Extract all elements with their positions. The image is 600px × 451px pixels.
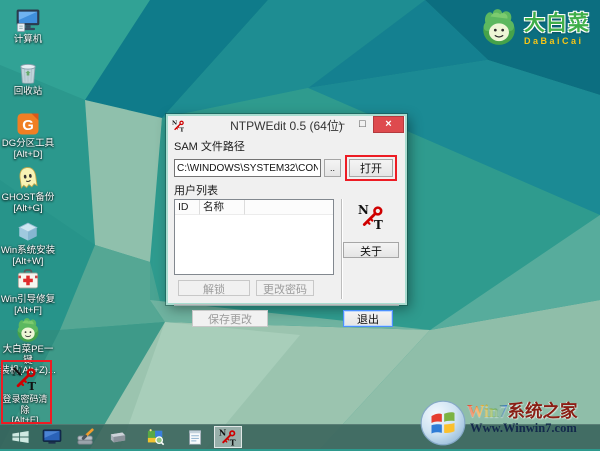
- highlight-box-password-clear: [1, 360, 52, 424]
- first-aid-kit-icon: [14, 266, 42, 294]
- watermark-title: Win7系统之家: [467, 398, 578, 423]
- dabaicai-title: 大白菜: [524, 13, 590, 35]
- user-list-label: 用户列表: [174, 182, 399, 198]
- desktop-icon-label: 计算机: [0, 35, 58, 46]
- sam-path-input[interactable]: [174, 159, 321, 177]
- change-password-button[interactable]: 更改密码: [256, 280, 314, 296]
- unlock-button[interactable]: 解锁: [178, 280, 250, 296]
- desktop-icon-label: Win引导修复 [Alt+F]: [0, 295, 58, 316]
- notepad-icon: [187, 429, 204, 446]
- recycle-bin-icon: [14, 58, 42, 86]
- ntpwedit-window: NTPWEdit 0.5 (64位) – □ × SAM 文件路径 .. 打开 …: [166, 114, 407, 305]
- watermark-win7: Win7: [467, 401, 508, 421]
- about-button[interactable]: 关于: [343, 242, 399, 258]
- dabaicai-logo: 大白菜 DaBaiCai: [478, 6, 590, 53]
- desktop-icon-label: Win系统安装 [Alt+W]: [0, 246, 58, 267]
- cabbage-mascot-icon: [478, 6, 520, 53]
- column-header-fill: [245, 200, 333, 215]
- save-changes-button[interactable]: 保存更改: [192, 310, 268, 327]
- svg-text:G: G: [22, 118, 34, 134]
- column-header-id[interactable]: ID: [175, 200, 200, 215]
- open-button[interactable]: 打开: [349, 159, 393, 177]
- desktop-icon-label: DG分区工具 [Alt+D]: [0, 139, 58, 160]
- taskbar-item-image-viewer[interactable]: [142, 425, 170, 449]
- close-button[interactable]: ×: [373, 116, 404, 133]
- cabbage-icon: [14, 316, 42, 344]
- ntpwedit-logo-icon: [358, 203, 385, 233]
- taskbar-item-notepad[interactable]: [181, 425, 209, 449]
- browse-button[interactable]: ..: [324, 159, 341, 177]
- highlight-box-open-button: 打开: [345, 155, 397, 181]
- desktop-icon-computer[interactable]: 计算机: [0, 6, 58, 46]
- start-button[interactable]: [2, 425, 38, 449]
- disk-brush-icon: [76, 428, 96, 446]
- diskgenius-icon: G: [14, 110, 42, 138]
- desktop-icon-ghost-backup[interactable]: GHOST备份 [Alt+G]: [0, 164, 58, 214]
- watermark-sitename: 系统之家: [508, 401, 578, 421]
- winwin7-watermark: Win7系统之家 Www.Winwin7.com: [420, 398, 600, 449]
- desktop-icon-win-install[interactable]: Win系统安装 [Alt+W]: [0, 217, 58, 267]
- taskbar-item-device[interactable]: [104, 425, 132, 449]
- sam-path-label: SAM 文件路径: [174, 138, 399, 154]
- desktop-icon-label: GHOST备份 [Alt+G]: [0, 193, 58, 214]
- ghost-icon: [14, 164, 42, 192]
- desktop-icon-label: 回收站: [0, 87, 58, 98]
- minimize-button[interactable]: –: [331, 116, 352, 133]
- taskbar-item-ntpwedit[interactable]: [214, 426, 242, 448]
- desktop-icon-dg-partition[interactable]: G DG分区工具 [Alt+D]: [0, 110, 58, 160]
- horizontal-separator: [174, 304, 399, 306]
- maximize-button[interactable]: □: [352, 116, 373, 133]
- computer-icon: [14, 6, 42, 34]
- windows-flag-icon: [420, 400, 466, 451]
- install-box-icon: [14, 217, 42, 245]
- taskbar-item-show-desktop[interactable]: [38, 425, 66, 449]
- desktop-icon-win-boot-repair[interactable]: Win引导修复 [Alt+F]: [0, 266, 58, 316]
- watermark-url: Www.Winwin7.com: [470, 421, 577, 436]
- user-list[interactable]: ID 名称: [174, 199, 334, 275]
- dabaicai-subtitle: DaBaiCai: [524, 36, 590, 46]
- user-list-header: ID 名称: [175, 200, 333, 215]
- monitor-icon: [42, 429, 62, 445]
- device-icon: [108, 429, 128, 445]
- ntpwedit-icon: [219, 428, 237, 446]
- exit-button[interactable]: 退出: [343, 310, 393, 327]
- taskbar-item-install-tool[interactable]: [72, 425, 100, 449]
- desktop-icon-recycle-bin[interactable]: 回收站: [0, 58, 58, 98]
- column-header-name[interactable]: 名称: [200, 200, 245, 215]
- windows-start-icon: [10, 428, 31, 446]
- title-bar[interactable]: NTPWEdit 0.5 (64位) – □ ×: [168, 116, 405, 136]
- image-viewer-icon: [146, 428, 166, 446]
